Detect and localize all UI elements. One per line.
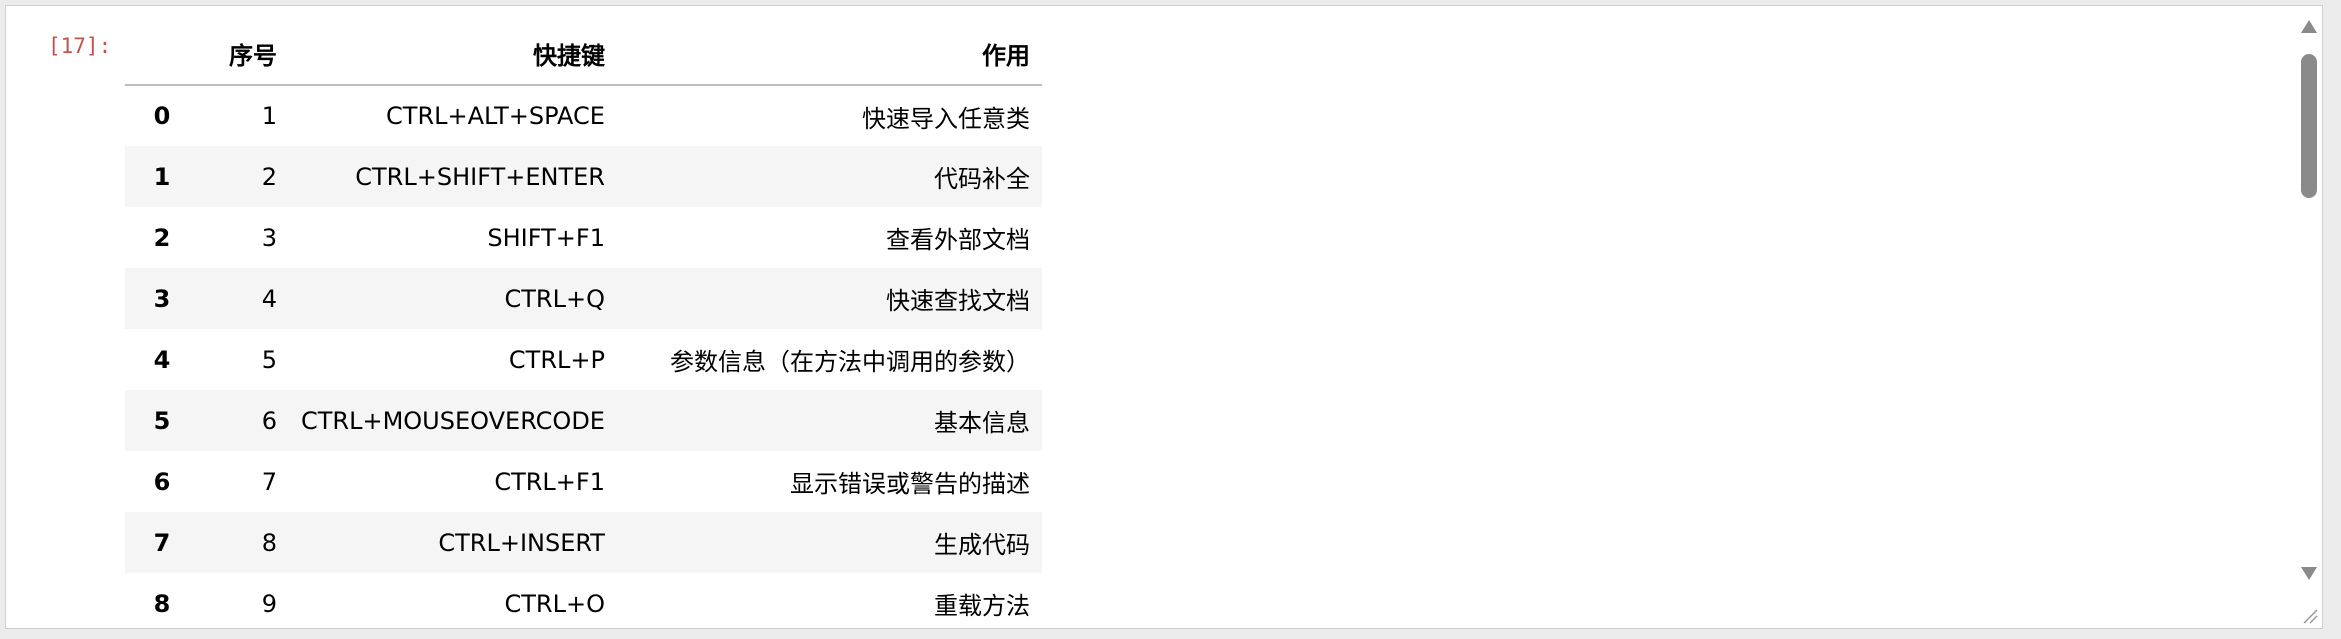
cell-shortcut: CTRL+INSERT (438, 528, 605, 557)
row-index: 5 (153, 406, 171, 435)
table-row: 3 4 CTRL+Q 快速查找文档 (125, 268, 1042, 329)
cell-seq: 9 (261, 589, 277, 618)
arrow-up-icon[interactable] (2301, 20, 2317, 33)
cell-function: 重载方法 (933, 592, 1030, 620)
cell-seq: 1 (261, 102, 277, 130)
cell-seq: 5 (261, 345, 277, 374)
table-row: 4 5 CTRL+P 参数信息（在方法中调用的参数） (125, 329, 1042, 390)
cell-shortcut: CTRL+F1 (494, 467, 605, 496)
cell-function: 参数信息（在方法中调用的参数） (669, 348, 1030, 376)
vertical-scrollbar[interactable] (2294, 6, 2322, 628)
cell-seq: 7 (261, 467, 277, 496)
cell-seq: 2 (261, 162, 277, 191)
table-row: 0 1 CTRL+ALT+SPACE 快速导入任意类 (125, 85, 1042, 146)
table-row: 1 2 CTRL+SHIFT+ENTER 代码补全 (125, 146, 1042, 207)
table-row: 7 8 CTRL+INSERT 生成代码 (125, 512, 1042, 573)
cell-function: 基本信息 (933, 409, 1030, 437)
cell-shortcut: SHIFT+F1 (487, 223, 605, 252)
dataframe-table: 序号 快捷键 作用 0 1 CTRL+ALT+SPACE 快速导入任意类 1 2… (125, 23, 1042, 628)
cell-seq: 4 (261, 284, 277, 313)
execution-prompt: [17]: (48, 34, 112, 58)
cell-shortcut: CTRL+O (504, 589, 605, 618)
table-row: 2 3 SHIFT+F1 查看外部文档 (125, 207, 1042, 268)
row-index: 7 (153, 528, 171, 557)
table-row: 8 9 CTRL+O 重载方法 (125, 573, 1042, 628)
output-area: [17]: 序号 快捷键 作用 0 1 CTRL+ALT+SPACE 快速导入任… (5, 5, 2323, 629)
column-header-shortcut: 快捷键 (289, 23, 617, 86)
index-header (125, 23, 199, 86)
column-header-seq: 序号 (199, 23, 289, 86)
cell-seq: 3 (261, 223, 277, 252)
row-index: 3 (153, 284, 171, 313)
table-header-row: 序号 快捷键 作用 (125, 23, 1042, 86)
row-index: 0 (153, 102, 171, 130)
row-index: 6 (153, 467, 171, 496)
cell-shortcut: CTRL+ALT+SPACE (386, 102, 605, 130)
cell-shortcut: CTRL+Q (504, 284, 605, 313)
cell-function: 查看外部文档 (885, 226, 1030, 254)
arrow-down-icon[interactable] (2301, 567, 2317, 580)
row-index: 1 (153, 162, 171, 191)
row-index: 8 (153, 589, 171, 618)
cell-function: 快速查找文档 (885, 287, 1030, 315)
cell-seq: 8 (261, 528, 277, 557)
cell-shortcut: CTRL+MOUSEOVERCODE (301, 406, 605, 435)
cell-function: 生成代码 (933, 531, 1030, 559)
table-row: 6 7 CTRL+F1 显示错误或警告的描述 (125, 451, 1042, 512)
cell-function: 代码补全 (933, 165, 1030, 193)
row-index: 2 (153, 223, 171, 252)
cell-function: 快速导入任意类 (861, 104, 1030, 133)
table-row: 5 6 CTRL+MOUSEOVERCODE 基本信息 (125, 390, 1042, 451)
row-index: 4 (153, 345, 171, 374)
cell-seq: 6 (261, 406, 277, 435)
resize-grip-icon[interactable] (2300, 606, 2318, 624)
column-header-function: 作用 (616, 23, 1042, 86)
cell-function: 显示错误或警告的描述 (789, 470, 1030, 498)
cell-shortcut: CTRL+P (508, 345, 605, 374)
scroll-thumb[interactable] (2301, 54, 2317, 198)
cell-shortcut: CTRL+SHIFT+ENTER (355, 162, 605, 191)
